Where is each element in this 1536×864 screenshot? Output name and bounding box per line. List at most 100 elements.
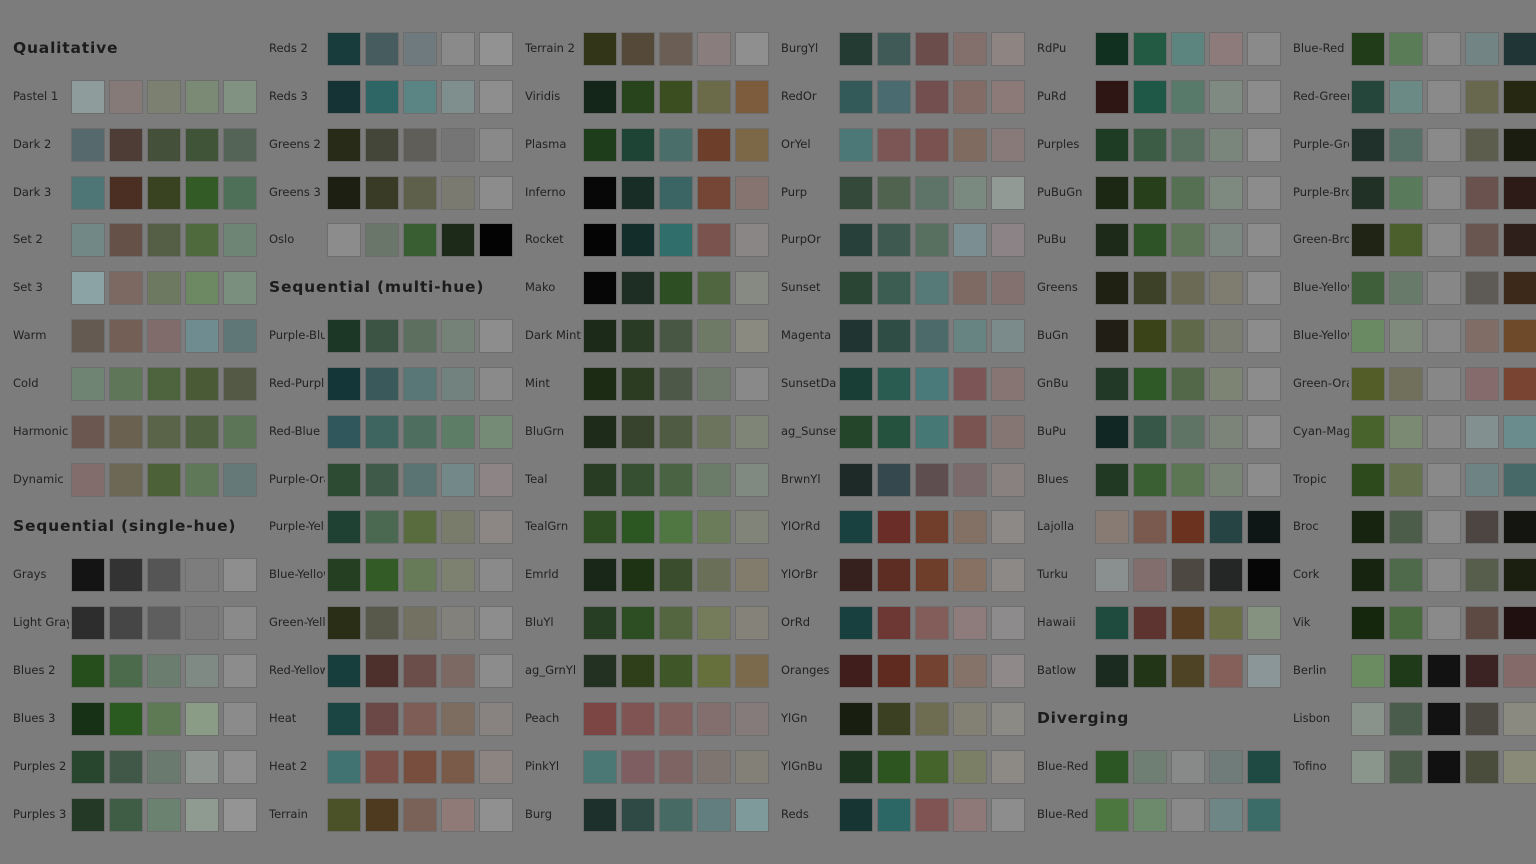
color-swatch (697, 797, 731, 832)
palette-name: Vik (1293, 615, 1311, 630)
column-2: Reds 2 Reds 3 Greens 2 Greens 3 Oslo Sequenti… (256, 25, 513, 838)
color-swatch (991, 701, 1025, 736)
color-swatch (991, 749, 1025, 784)
palette-row: Magenta (768, 312, 1025, 360)
section-title: Sequential (multi-hue) (269, 278, 485, 297)
color-swatch (1133, 319, 1167, 354)
color-swatch (479, 366, 513, 401)
palette-name: Purple-Orange (269, 471, 325, 486)
color-swatch (1427, 749, 1461, 784)
palette-name: RdPu (1037, 41, 1067, 55)
color-swatch (659, 79, 693, 114)
palette-swatches (71, 701, 257, 736)
color-swatch (1465, 701, 1499, 736)
color-swatch (1247, 797, 1281, 832)
color-swatch (109, 701, 143, 736)
palette-name: OrYel (781, 136, 811, 151)
palette-swatches (1095, 749, 1281, 784)
palette-swatches (1095, 175, 1281, 210)
color-swatch (877, 749, 911, 784)
color-swatch (1465, 366, 1499, 401)
palette-row: Dark 2 (0, 121, 257, 169)
color-swatch (1389, 79, 1423, 114)
column-6: Blue-Red 3 Red-Green Purple-Green Purple-Br… (1280, 25, 1536, 791)
palette-row: Cyan-Magenta (1280, 408, 1536, 456)
color-swatch (991, 223, 1025, 258)
palette-swatches (327, 127, 513, 162)
color-swatch (1465, 653, 1499, 688)
section-title: Sequential (single-hue) (13, 517, 237, 536)
color-swatch (1427, 366, 1461, 401)
color-swatch (697, 510, 731, 545)
color-swatch (697, 366, 731, 401)
color-swatch (223, 223, 257, 258)
palette-swatches (839, 606, 1025, 641)
palette-row: Purples 2 (0, 743, 257, 791)
color-swatch (735, 32, 769, 66)
palette-swatches (583, 797, 769, 832)
color-swatch (659, 797, 693, 832)
color-swatch (839, 319, 873, 354)
color-swatch (441, 127, 475, 162)
color-swatch (1465, 510, 1499, 545)
color-swatch (659, 414, 693, 449)
color-swatch (1133, 558, 1167, 593)
color-swatch (1503, 414, 1536, 449)
palette-swatches (583, 558, 769, 593)
palette-row: Mint (512, 360, 769, 408)
palette-row: GnBu (1024, 360, 1281, 408)
palette-row: Cold (0, 360, 257, 408)
section-header: Qualitative (0, 25, 256, 73)
color-swatch (365, 701, 399, 736)
column-3: Terrain 2 Viridis Plasma Inferno Rocket Mako D… (512, 25, 769, 838)
color-swatch (839, 175, 873, 210)
palette-swatches (71, 366, 257, 401)
color-swatch (1351, 32, 1385, 66)
color-swatch (659, 175, 693, 210)
palette-name: Peach (525, 710, 560, 725)
color-swatch (327, 319, 361, 354)
palette-name: YlOrBr (781, 567, 818, 582)
palette-swatches (839, 701, 1025, 736)
color-swatch (365, 32, 399, 66)
color-swatch (915, 79, 949, 114)
palette-row: Green-Orange (1280, 360, 1536, 408)
color-swatch (479, 32, 513, 66)
color-swatch (1503, 271, 1536, 306)
palette-name: Mako (525, 280, 556, 295)
color-swatch (735, 175, 769, 210)
palette-name: PinkYl (525, 758, 560, 773)
color-swatch (223, 175, 257, 210)
color-swatch (1171, 462, 1205, 497)
palette-name: Broc (1293, 519, 1319, 534)
color-swatch (1133, 510, 1167, 545)
palette-row: Purp (768, 169, 1025, 217)
color-swatch (147, 462, 181, 497)
palette-name: Green-Yellow (269, 615, 325, 630)
palette-row: Blues 2 (0, 647, 257, 695)
palette-row: Dark 3 (0, 169, 257, 217)
palette-row: Oslo (256, 216, 513, 264)
color-swatch (915, 175, 949, 210)
palette-row: PuBuGn (1024, 169, 1281, 217)
color-swatch (365, 414, 399, 449)
palette-swatches (1095, 127, 1281, 162)
color-swatch (147, 606, 181, 641)
color-swatch (991, 606, 1025, 641)
palette-row: YlOrRd (768, 503, 1025, 551)
palette-swatches (71, 749, 257, 784)
palette-name: Purple-Yellow (269, 519, 325, 534)
palette-swatches (71, 223, 257, 258)
color-swatch (1427, 510, 1461, 545)
palette-row: Purples 3 (0, 791, 257, 839)
palette-name: Green-Brown (1293, 232, 1349, 247)
palette-swatches (839, 319, 1025, 354)
palette-swatches (327, 606, 513, 641)
color-swatch (403, 79, 437, 114)
color-swatch (697, 127, 731, 162)
section-title: Qualitative (13, 39, 119, 57)
color-swatch (71, 653, 105, 688)
color-swatch (71, 223, 105, 258)
color-swatch (583, 749, 617, 784)
color-swatch (1095, 558, 1129, 593)
